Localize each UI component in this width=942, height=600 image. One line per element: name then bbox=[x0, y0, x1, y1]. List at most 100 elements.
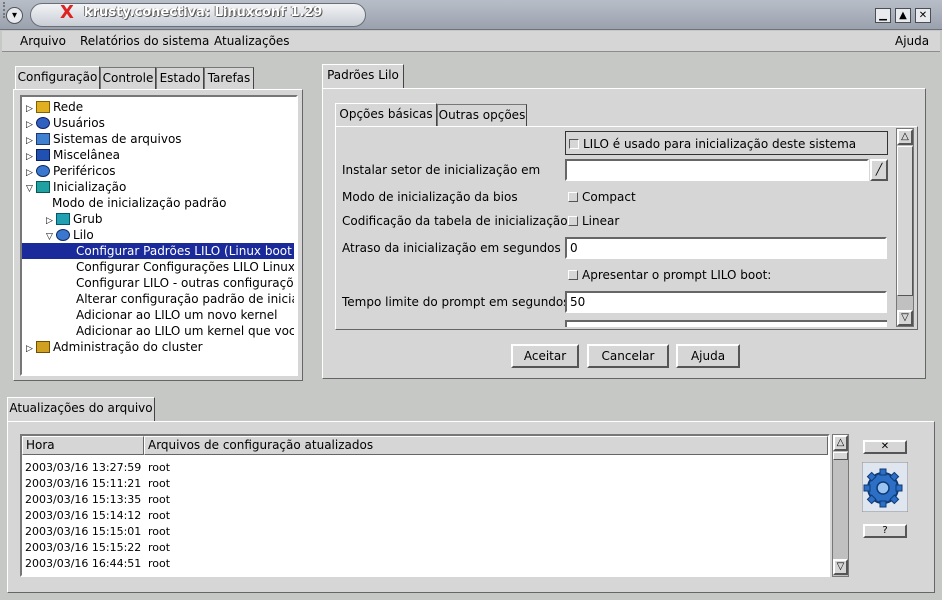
tree-item[interactable]: ▷ Usuários bbox=[22, 115, 294, 131]
table-row[interactable]: 2003/03/16 15:15:01 root bbox=[22, 524, 828, 540]
delay-input[interactable]: 0 bbox=[565, 237, 887, 259]
tab-padroes-lilo[interactable]: Padrões Lilo bbox=[322, 64, 404, 88]
cell-hora: 2003/03/16 15:11:21 bbox=[25, 477, 142, 490]
boot-sector-label: Instalar setor de inicialização em bbox=[342, 163, 541, 177]
tree-item-label: Modo de inicialização padrão bbox=[52, 196, 227, 210]
compact-check-icon bbox=[568, 192, 578, 202]
window-menu-button[interactable]: ▾ bbox=[6, 7, 23, 24]
log-help-button[interactable]: ? bbox=[863, 524, 907, 538]
expand-triangle-icon[interactable]: ▷ bbox=[26, 165, 36, 179]
table-row[interactable]: 2003/03/16 15:13:35 root bbox=[22, 492, 828, 508]
tree-item[interactable]: ▷ Administração do cluster bbox=[22, 339, 294, 355]
tree-item[interactable]: Configurar Padrões LILO (Linux boot l bbox=[22, 243, 294, 259]
compact-checkbox[interactable]: Compact bbox=[568, 189, 636, 205]
prompt-checkbox[interactable]: Apresentar o prompt LILO boot: bbox=[568, 267, 771, 283]
menu-grip-handle[interactable] bbox=[3, 2, 7, 18]
menu-relatorios[interactable]: Relatórios do sistema bbox=[80, 33, 209, 49]
table-row[interactable]: 2003/03/16 15:14:12 root bbox=[22, 508, 828, 524]
lilo-icon bbox=[56, 229, 70, 241]
table-row[interactable]: 2003/03/16 13:27:59 root bbox=[22, 460, 828, 476]
tree-item-label: Configurar LILO - outras configuraçõe bbox=[76, 276, 294, 290]
table-row[interactable]: 2003/03/16 16:44:51 root bbox=[22, 556, 828, 572]
timeout-input[interactable]: 50 bbox=[565, 291, 887, 313]
tree-item[interactable]: Configurar Configurações LILO Linux bbox=[22, 259, 294, 275]
timeout-label: Tempo limite do prompt em segundos bbox=[342, 295, 570, 309]
tree-item[interactable]: ▷ Grub bbox=[22, 211, 294, 227]
expand-triangle-icon[interactable]: ▷ bbox=[26, 341, 36, 355]
window-title: krusty.conectiva: Linuxconf 1.29 bbox=[84, 5, 323, 20]
lilo-used-checkbox[interactable]: LILO é usado para inicialização deste si… bbox=[569, 136, 856, 152]
tree-item-label: Periféricos bbox=[53, 164, 116, 178]
cell-hora: 2003/03/16 15:14:12 bbox=[25, 509, 142, 522]
collapse-triangle-icon[interactable]: ▽ bbox=[26, 181, 36, 195]
cell-arquivo: root bbox=[148, 525, 171, 538]
boot-sector-dropdown-button[interactable]: ╱ bbox=[870, 159, 888, 181]
linear-checkbox[interactable]: Linear bbox=[568, 213, 619, 229]
table-row[interactable]: 2003/03/16 15:15:22 root bbox=[22, 540, 828, 556]
updates-table[interactable]: Hora Arquivos de configuração atualizado… bbox=[20, 434, 830, 577]
menu-arquivo[interactable]: Arquivo bbox=[20, 33, 66, 49]
cell-hora: 2003/03/16 16:44:51 bbox=[25, 557, 142, 570]
tab-tarefas[interactable]: Tarefas bbox=[204, 67, 254, 89]
expand-triangle-icon[interactable]: ▷ bbox=[46, 213, 56, 227]
tree-item-label: Sistemas de arquivos bbox=[53, 132, 182, 146]
menu-atualizacoes[interactable]: Atualizações bbox=[214, 33, 290, 49]
prompt-label: Apresentar o prompt LILO boot: bbox=[582, 268, 772, 282]
tree-item-label: Adicionar ao LILO um kernel que voc bbox=[76, 324, 294, 338]
column-header-hora[interactable]: Hora bbox=[22, 436, 144, 455]
tree-item[interactable]: Modo de inicialização padrão bbox=[22, 195, 294, 211]
form-scroll-down-button[interactable]: ▽ bbox=[897, 310, 913, 326]
tree-item[interactable]: ▷ Sistemas de arquivos bbox=[22, 131, 294, 147]
tab-controle[interactable]: Controle bbox=[100, 67, 156, 89]
x-logo-icon: X bbox=[60, 2, 74, 23]
tree-item[interactable]: Alterar configuração padrão de inicial bbox=[22, 291, 294, 307]
tree-item[interactable]: ▽ Lilo bbox=[22, 227, 294, 243]
delay-label: Atraso da inicialização em segundos bbox=[342, 241, 561, 255]
cell-hora: 2003/03/16 15:15:01 bbox=[25, 525, 142, 538]
prompt-check-icon bbox=[568, 270, 578, 280]
column-header-arquivos[interactable]: Arquivos de configuração atualizados bbox=[144, 436, 828, 455]
log-close-button[interactable]: ✕ bbox=[863, 440, 907, 454]
close-window-button[interactable]: ✕ bbox=[915, 8, 931, 23]
log-scroll-thumb[interactable] bbox=[833, 452, 848, 460]
log-scroll-up-button[interactable]: △ bbox=[833, 435, 848, 451]
tab-outras-opcoes[interactable]: Outras opções bbox=[437, 104, 527, 126]
help-button[interactable]: Ajuda bbox=[676, 344, 740, 368]
tree-item-label: Rede bbox=[53, 100, 84, 114]
tab-atualizacoes-arquivo[interactable]: Atualizações do arquivo bbox=[7, 397, 155, 421]
expand-triangle-icon[interactable]: ▷ bbox=[26, 133, 36, 147]
table-row[interactable]: 2003/03/16 15:11:21 root bbox=[22, 476, 828, 492]
tree-item-label: Usuários bbox=[53, 116, 105, 130]
maximize-button[interactable]: ▲ bbox=[895, 8, 911, 23]
tree-item[interactable]: ▽ Inicialização bbox=[22, 179, 294, 195]
peripherals-icon bbox=[36, 165, 50, 177]
form-scroll-thumb[interactable] bbox=[897, 146, 913, 296]
table-encoding-label: Codificação da tabela de inicialização bbox=[342, 214, 568, 228]
tree-item[interactable]: ▷ Periféricos bbox=[22, 163, 294, 179]
boot-sector-input[interactable] bbox=[565, 159, 869, 181]
tree-item[interactable]: ▷ Miscelânea bbox=[22, 147, 294, 163]
tree-item-label: Grub bbox=[73, 212, 103, 226]
tree-item[interactable]: Configurar LILO - outras configuraçõe bbox=[22, 275, 294, 291]
menu-ajuda[interactable]: Ajuda bbox=[895, 33, 929, 49]
expand-triangle-icon[interactable]: ▷ bbox=[26, 149, 36, 163]
cell-arquivo: root bbox=[148, 509, 171, 522]
tab-opcoes-basicas[interactable]: Opções básicas bbox=[335, 103, 437, 127]
config-tree[interactable]: ▷ Rede ▷ Usuários ▷ Sistemas de arquivos ▷ Misc… bbox=[20, 95, 298, 376]
network-icon bbox=[36, 101, 50, 113]
tab-estado[interactable]: Estado bbox=[156, 67, 204, 89]
next-input-partial[interactable] bbox=[565, 320, 887, 327]
tab-configuracao[interactable]: Configuração bbox=[15, 66, 100, 90]
cancel-button[interactable]: Cancelar bbox=[587, 344, 669, 368]
lilo-used-check-icon bbox=[569, 139, 579, 149]
tree-item[interactable]: Adicionar ao LILO um novo kernel bbox=[22, 307, 294, 323]
expand-triangle-icon[interactable]: ▷ bbox=[26, 101, 36, 115]
log-scroll-down-button[interactable]: ▽ bbox=[833, 559, 848, 575]
accept-button[interactable]: Aceitar bbox=[511, 344, 579, 368]
collapse-triangle-icon[interactable]: ▽ bbox=[46, 229, 56, 243]
expand-triangle-icon[interactable]: ▷ bbox=[26, 117, 36, 131]
minimize-button[interactable]: ▁ bbox=[875, 8, 891, 23]
tree-item[interactable]: ▷ Rede bbox=[22, 99, 294, 115]
form-scroll-up-button[interactable]: △ bbox=[897, 129, 913, 145]
tree-item[interactable]: Adicionar ao LILO um kernel que voc bbox=[22, 323, 294, 339]
